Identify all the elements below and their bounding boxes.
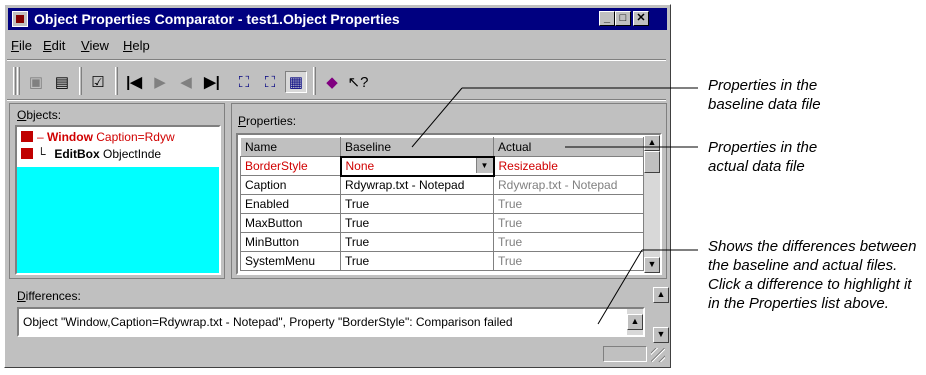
- callout-baseline: Properties in the baseline data file: [708, 77, 821, 113]
- leader-baseline-diagonal: [411, 87, 463, 148]
- leader-differences-diagonal: [597, 249, 643, 325]
- callout-differences: Shows the differences between the baseli…: [708, 238, 917, 312]
- callout-actual: Properties in the actual data file: [708, 139, 818, 175]
- callout-leaders: [411, 87, 698, 325]
